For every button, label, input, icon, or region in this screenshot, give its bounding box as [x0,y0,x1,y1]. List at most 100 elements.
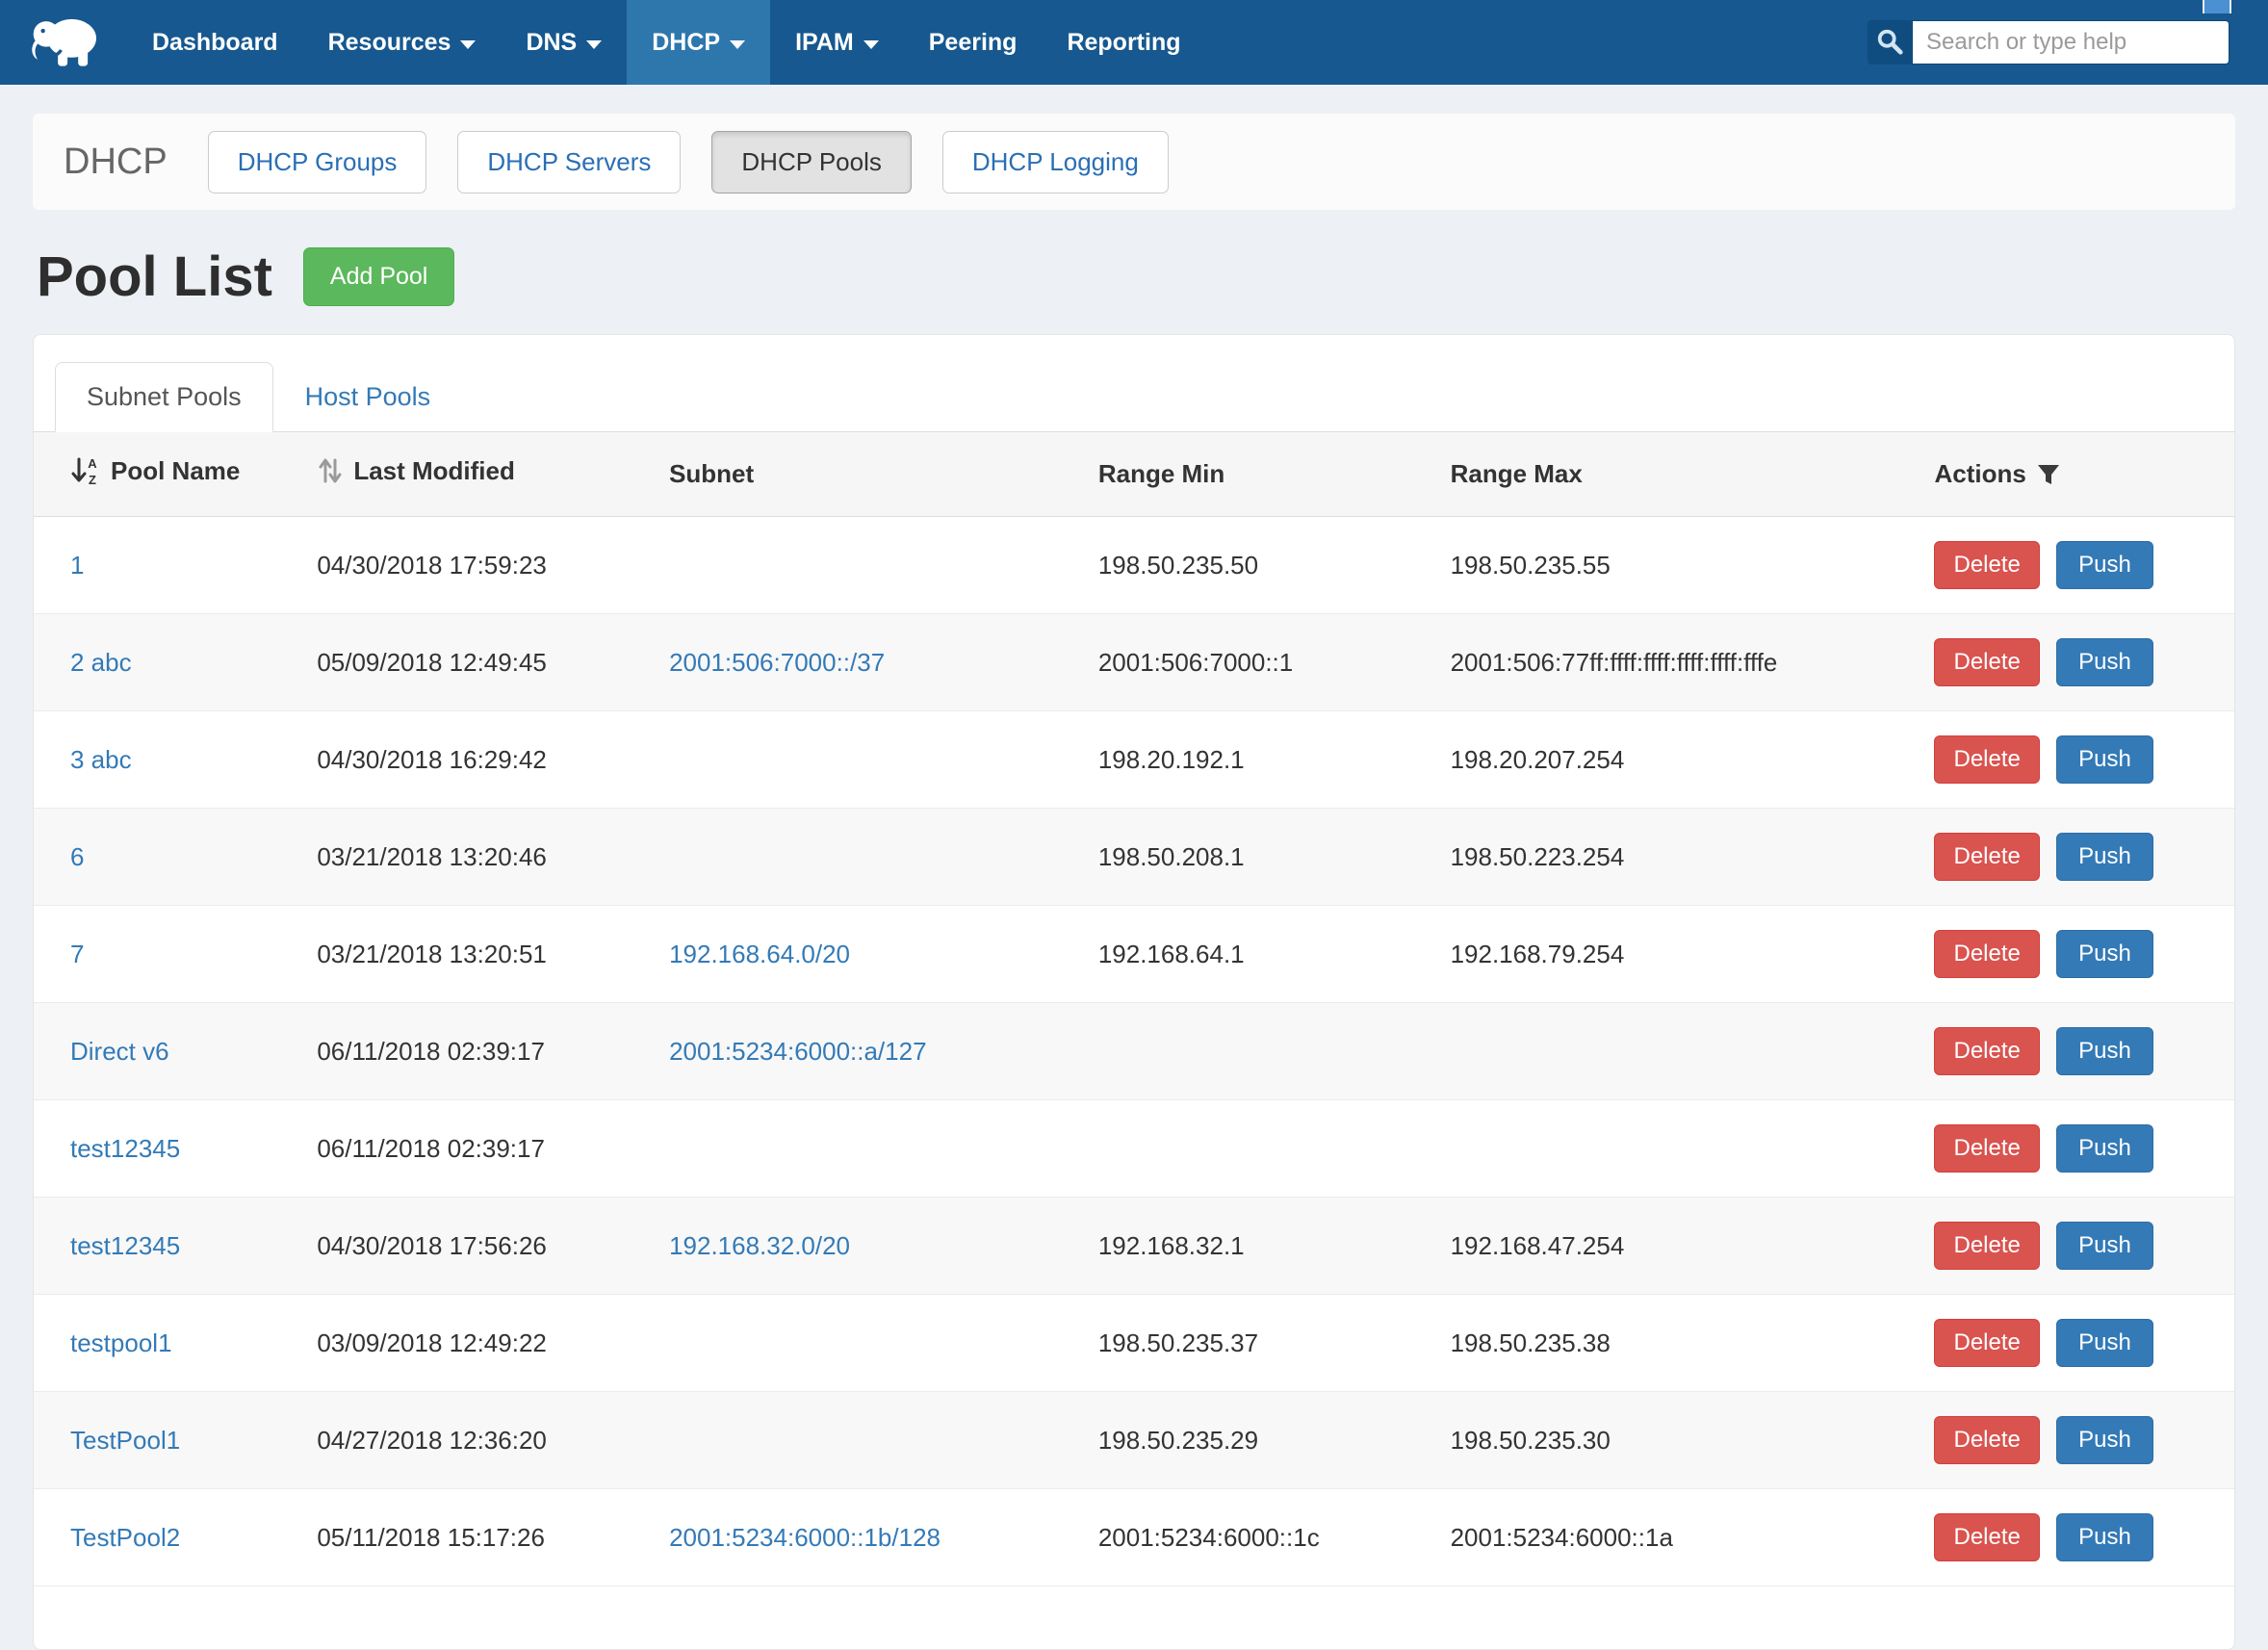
pool-name-link[interactable]: test12345 [70,1231,180,1260]
subnet-cell [650,517,1079,614]
tab-host-pools[interactable]: Host Pools [273,362,463,432]
pool-name-link[interactable]: testpool1 [70,1328,172,1357]
subnet-link[interactable]: 192.168.32.0/20 [669,1231,850,1260]
funnel-filter-icon[interactable] [2036,462,2061,487]
pool-name-link[interactable]: 3 abc [70,745,132,774]
push-button[interactable]: Push [2056,1416,2153,1464]
dhcp-pools-button[interactable]: DHCP Pools [711,131,911,193]
table-row: 6 03/21/2018 13:20:46 198.50.208.1 198.5… [34,809,2234,906]
delete-button[interactable]: Delete [1934,1027,2039,1075]
th-range-min: Range Min [1079,432,1431,517]
push-button[interactable]: Push [2056,1222,2153,1270]
subnet-link[interactable]: 2001:506:7000::/37 [669,648,885,677]
search-input[interactable] [1912,20,2229,64]
dhcp-groups-button[interactable]: DHCP Groups [208,131,427,193]
pool-name-link[interactable]: 6 [70,842,84,871]
dhcp-logging-button[interactable]: DHCP Logging [942,131,1169,193]
delete-button[interactable]: Delete [1934,1222,2039,1270]
actions-cell: Delete Push [1915,1392,2234,1489]
subnet-link[interactable]: 2001:5234:6000::a/127 [669,1037,926,1066]
caret-down-icon [863,40,879,49]
push-button[interactable]: Push [2056,1027,2153,1075]
nav-item-dhcp[interactable]: DHCP [627,0,770,85]
actions-cell: Delete Push [1915,517,2234,614]
subnet-cell [650,1295,1079,1392]
table-row: Direct v6 06/11/2018 02:39:17 2001:5234:… [34,1003,2234,1100]
nav-item-dashboard[interactable]: Dashboard [127,0,303,85]
nav-item-dns[interactable]: DNS [501,0,627,85]
delete-button[interactable]: Delete [1934,541,2039,589]
delete-button[interactable]: Delete [1934,1513,2039,1561]
range-max-cell: 192.168.79.254 [1431,906,1916,1003]
dhcp-subnav: DHCP DHCP Groups DHCP Servers DHCP Pools… [33,114,2235,210]
pool-name-link[interactable]: 1 [70,551,84,580]
last-modified-cell: 03/09/2018 12:49:22 [297,1295,650,1392]
search-button[interactable] [1868,20,1912,64]
range-min-cell: 2001:506:7000::1 [1079,614,1431,711]
delete-button[interactable]: Delete [1934,930,2039,978]
range-min-cell [1079,1003,1431,1100]
add-pool-button[interactable]: Add Pool [303,247,454,306]
subnet-link[interactable]: 192.168.64.0/20 [669,940,850,968]
push-button[interactable]: Push [2056,541,2153,589]
table-row: TestPool1 04/27/2018 12:36:20 198.50.235… [34,1392,2234,1489]
delete-button[interactable]: Delete [1934,735,2039,784]
push-button[interactable]: Push [2056,1319,2153,1367]
pool-name-link[interactable]: 2 abc [70,648,132,677]
actions-cell: Delete Push [1915,1489,2234,1586]
range-max-cell: 198.50.235.30 [1431,1392,1916,1489]
range-min-cell: 198.50.235.29 [1079,1392,1431,1489]
pool-name-link[interactable]: TestPool1 [70,1426,180,1455]
actions-cell: Delete Push [1915,1100,2234,1198]
tab-subnet-pools[interactable]: Subnet Pools [55,362,273,432]
navbar-search [1868,20,2229,64]
nav-item-reporting[interactable]: Reporting [1042,0,1205,85]
subnav-title: DHCP [64,142,168,183]
pool-name-cell: testpool1 [34,1295,297,1392]
pool-name-link[interactable]: Direct v6 [70,1037,169,1066]
range-max-cell: 192.168.47.254 [1431,1198,1916,1295]
range-min-cell [1079,1100,1431,1198]
push-button[interactable]: Push [2056,735,2153,784]
nav-item-ipam[interactable]: IPAM [770,0,904,85]
pool-name-link[interactable]: test12345 [70,1134,180,1163]
delete-button[interactable]: Delete [1934,1124,2039,1173]
pool-name-link[interactable]: TestPool2 [70,1523,180,1552]
th-last-modified[interactable]: Last Modified [297,432,650,517]
range-min-cell: 2001:5234:6000::1c [1079,1489,1431,1586]
delete-button[interactable]: Delete [1934,1319,2039,1367]
pool-name-cell: test12345 [34,1100,297,1198]
sort-updown-icon[interactable] [317,456,344,485]
sort-alpha-asc-icon[interactable]: A Z [70,455,101,486]
last-modified-cell: 03/21/2018 13:20:51 [297,906,650,1003]
push-button[interactable]: Push [2056,638,2153,686]
caret-down-icon [586,40,602,49]
nav-item-peering[interactable]: Peering [904,0,1043,85]
delete-button[interactable]: Delete [1934,1416,2039,1464]
pool-name-cell: 7 [34,906,297,1003]
delete-button[interactable]: Delete [1934,638,2039,686]
page-title: Pool List [37,245,272,309]
page-head: Pool List Add Pool [37,245,2235,309]
dhcp-servers-button[interactable]: DHCP Servers [457,131,681,193]
pool-name-link[interactable]: 7 [70,940,84,968]
push-button[interactable]: Push [2056,1124,2153,1173]
nav-item-resources[interactable]: Resources [303,0,502,85]
range-max-cell: 2001:506:77ff:ffff:ffff:ffff:ffff:fffe [1431,614,1916,711]
subnet-link[interactable]: 2001:5234:6000::1b/128 [669,1523,941,1552]
last-modified-cell: 05/11/2018 15:17:26 [297,1489,650,1586]
last-modified-cell: 03/21/2018 13:20:46 [297,809,650,906]
brand-logo[interactable] [27,11,106,75]
table-row: test12345 04/30/2018 17:56:26 192.168.32… [34,1198,2234,1295]
range-min-cell: 198.50.235.50 [1079,517,1431,614]
push-button[interactable]: Push [2056,1513,2153,1561]
push-button[interactable]: Push [2056,833,2153,881]
th-pool-name[interactable]: A Z Pool Name [34,432,297,517]
pool-name-cell: test12345 [34,1198,297,1295]
cutoff-ui-fragment [2203,0,2231,13]
push-button[interactable]: Push [2056,930,2153,978]
last-modified-cell: 06/11/2018 02:39:17 [297,1100,650,1198]
range-max-cell: 198.20.207.254 [1431,711,1916,809]
delete-button[interactable]: Delete [1934,833,2039,881]
pool-table: A Z Pool Name [34,432,2234,1586]
